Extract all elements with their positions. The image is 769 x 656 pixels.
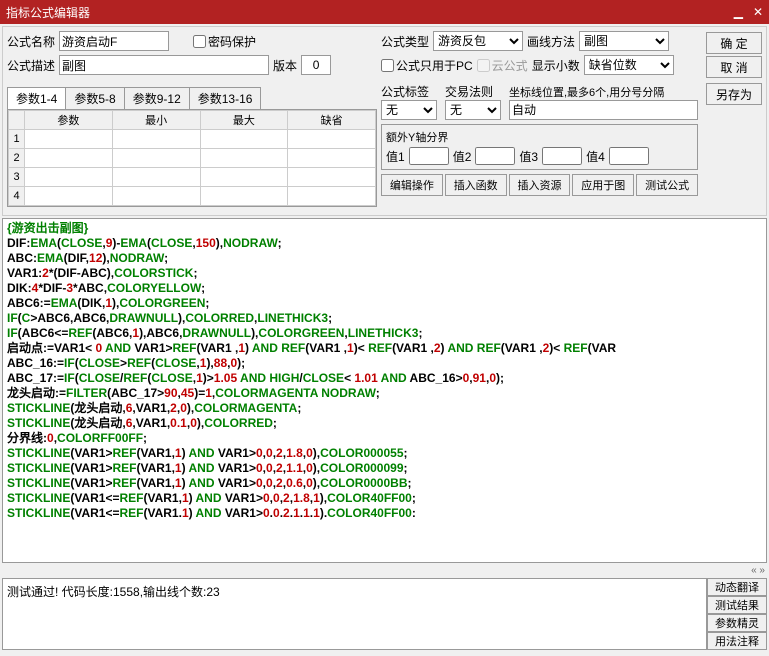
p4-max[interactable] xyxy=(202,188,287,204)
p2-name[interactable] xyxy=(26,150,111,166)
p3-max[interactable] xyxy=(202,169,287,185)
tab-param-13-16[interactable]: 参数13-16 xyxy=(189,87,262,109)
edit-op-button[interactable]: 编辑操作 xyxy=(381,174,443,196)
v3-label: 值3 xyxy=(519,148,538,165)
ok-button[interactable]: 确 定 xyxy=(706,32,762,54)
decimal-select[interactable]: 缺省位数 xyxy=(584,55,674,75)
test-result-button[interactable]: 测试结果 xyxy=(707,596,767,614)
param-grid: 参数最小最大缺省 1 2 3 4 xyxy=(7,109,377,207)
p4-def[interactable] xyxy=(289,188,374,204)
p3-name[interactable] xyxy=(26,169,111,185)
p3-def[interactable] xyxy=(289,169,374,185)
param-tabs: 参数1-4 参数5-8 参数9-12 参数13-16 xyxy=(7,87,377,109)
p2-max[interactable] xyxy=(202,150,287,166)
p4-name[interactable] xyxy=(26,188,111,204)
cloud-label: 云公式 xyxy=(492,57,528,74)
p2-def[interactable] xyxy=(289,150,374,166)
p4-min[interactable] xyxy=(114,188,199,204)
pconly-checkbox[interactable] xyxy=(381,59,394,72)
v4-label: 值4 xyxy=(586,148,605,165)
v1-input[interactable] xyxy=(409,147,449,165)
draw-select[interactable]: 副图 xyxy=(579,31,669,51)
tag-select[interactable]: 无 xyxy=(381,100,437,120)
close-icon[interactable]: ✕ xyxy=(753,5,763,19)
cancel-button[interactable]: 取 消 xyxy=(706,56,762,78)
name-label: 公式名称 xyxy=(7,33,55,50)
v4-input[interactable] xyxy=(609,147,649,165)
p1-name[interactable] xyxy=(26,131,111,147)
password-label: 密码保护 xyxy=(208,33,256,50)
col-min: 最小 xyxy=(112,111,200,130)
save-as-button[interactable]: 另存为 xyxy=(706,83,762,105)
col-max: 最大 xyxy=(200,111,288,130)
tab-param-1-4[interactable]: 参数1-4 xyxy=(7,87,66,109)
col-param: 参数 xyxy=(25,111,113,130)
param-wizard-button[interactable]: 参数精灵 xyxy=(707,614,767,632)
axis-label: 坐标线位置,最多6个,用分号分隔 xyxy=(509,84,698,100)
extra-y-label: 额外Y轴分界 xyxy=(386,129,693,145)
col-default: 缺省 xyxy=(288,111,376,130)
name-input[interactable] xyxy=(59,31,169,51)
trade-label: 交易法则 xyxy=(445,83,505,100)
cloud-checkbox xyxy=(477,59,490,72)
extra-y-fieldset: 额外Y轴分界 值1 值2 值3 值4 xyxy=(381,124,698,170)
version-label: 版本 xyxy=(273,57,297,74)
version-input[interactable] xyxy=(301,55,331,75)
v1-label: 值1 xyxy=(386,148,405,165)
titlebar: 指标公式编辑器 ▁ ✕ xyxy=(0,0,769,24)
desc-label: 公式描述 xyxy=(7,57,55,74)
message-box: 测试通过! 代码长度:1558,输出线个数:23 xyxy=(2,578,707,650)
draw-label: 画线方法 xyxy=(527,33,575,50)
type-select[interactable]: 游资反包 xyxy=(433,31,523,51)
v2-label: 值2 xyxy=(453,148,472,165)
dyn-trans-button[interactable]: 动态翻译 xyxy=(707,578,767,596)
minimize-icon[interactable]: ▁ xyxy=(734,5,743,19)
usage-note-button[interactable]: 用法注释 xyxy=(707,632,767,650)
v3-input[interactable] xyxy=(542,147,582,165)
pconly-label: 公式只用于PC xyxy=(396,57,473,74)
apply-chart-button[interactable]: 应用于图 xyxy=(572,174,634,196)
p2-min[interactable] xyxy=(114,150,199,166)
password-checkbox[interactable] xyxy=(193,35,206,48)
type-label: 公式类型 xyxy=(381,33,429,50)
decimal-label: 显示小数 xyxy=(532,57,580,74)
tag-label: 公式标签 xyxy=(381,83,441,100)
desc-input[interactable] xyxy=(59,55,269,75)
tab-param-5-8[interactable]: 参数5-8 xyxy=(65,87,124,109)
code-editor[interactable]: {游资出击副图}DIF:EMA(CLOSE,9)-EMA(CLOSE,150),… xyxy=(2,218,767,563)
window-title: 指标公式编辑器 xyxy=(6,4,90,21)
axis-input[interactable] xyxy=(509,100,698,120)
p1-min[interactable] xyxy=(114,131,199,147)
trade-select[interactable]: 无 xyxy=(445,100,501,120)
insert-fn-button[interactable]: 插入函数 xyxy=(445,174,507,196)
v2-input[interactable] xyxy=(475,147,515,165)
p1-max[interactable] xyxy=(202,131,287,147)
p3-min[interactable] xyxy=(114,169,199,185)
test-formula-button[interactable]: 测试公式 xyxy=(636,174,698,196)
insert-res-button[interactable]: 插入资源 xyxy=(509,174,571,196)
top-toolbar: 公式名称 密码保护 公式描述 版本 公式类型 游资反包 画线方法 副图 xyxy=(2,26,767,216)
p1-def[interactable] xyxy=(289,131,374,147)
scroll-indicator: « » xyxy=(4,565,765,576)
tab-param-9-12[interactable]: 参数9-12 xyxy=(124,87,190,109)
